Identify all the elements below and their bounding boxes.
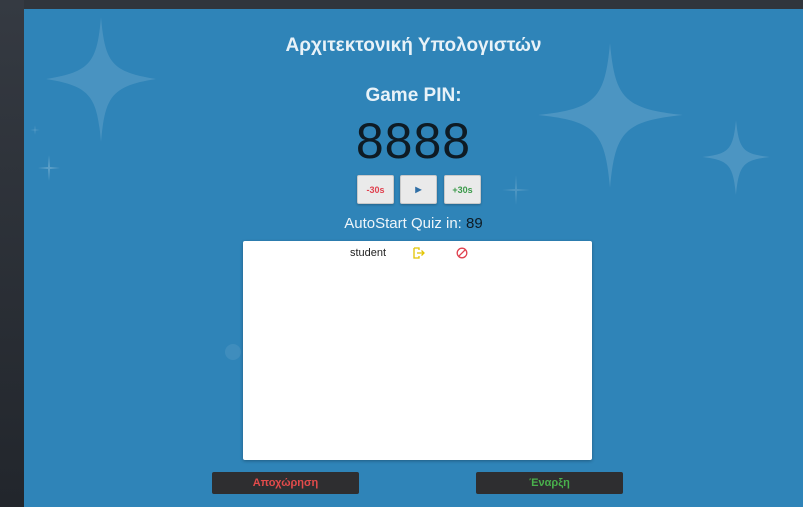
window-top-bar bbox=[24, 0, 803, 9]
sparkle-decoration-icon bbox=[502, 175, 530, 205]
minus-30s-button[interactable]: -30s bbox=[357, 175, 394, 204]
autostart-seconds: 89 bbox=[466, 215, 483, 232]
logout-icon[interactable] bbox=[413, 247, 425, 259]
game-pin-value: 8888 bbox=[355, 113, 472, 169]
start-button[interactable]: Έναρξη bbox=[476, 472, 623, 494]
quiz-title: Αρχιτεκτονική Υπολογιστών bbox=[285, 35, 542, 56]
player-name: student bbox=[350, 247, 387, 259]
window-left-edge bbox=[0, 0, 24, 507]
autostart-countdown: AutoStart Quiz in: 89 bbox=[24, 215, 803, 232]
play-icon: ▶ bbox=[415, 185, 422, 194]
lobby-stage: Αρχιτεκτονική Υπολογιστών Game PIN: 8888… bbox=[24, 9, 803, 507]
play-button[interactable]: ▶ bbox=[400, 175, 437, 204]
dot-decoration-icon bbox=[225, 344, 241, 360]
autostart-label: AutoStart Quiz in: bbox=[344, 215, 462, 232]
player-list: student bbox=[243, 241, 592, 460]
leave-button[interactable]: Αποχώρηση bbox=[212, 472, 359, 494]
player-row: student bbox=[243, 245, 592, 263]
game-pin-label: Game PIN: bbox=[365, 85, 462, 106]
plus-30s-button[interactable]: +30s bbox=[444, 175, 481, 204]
ban-icon[interactable] bbox=[456, 247, 468, 259]
